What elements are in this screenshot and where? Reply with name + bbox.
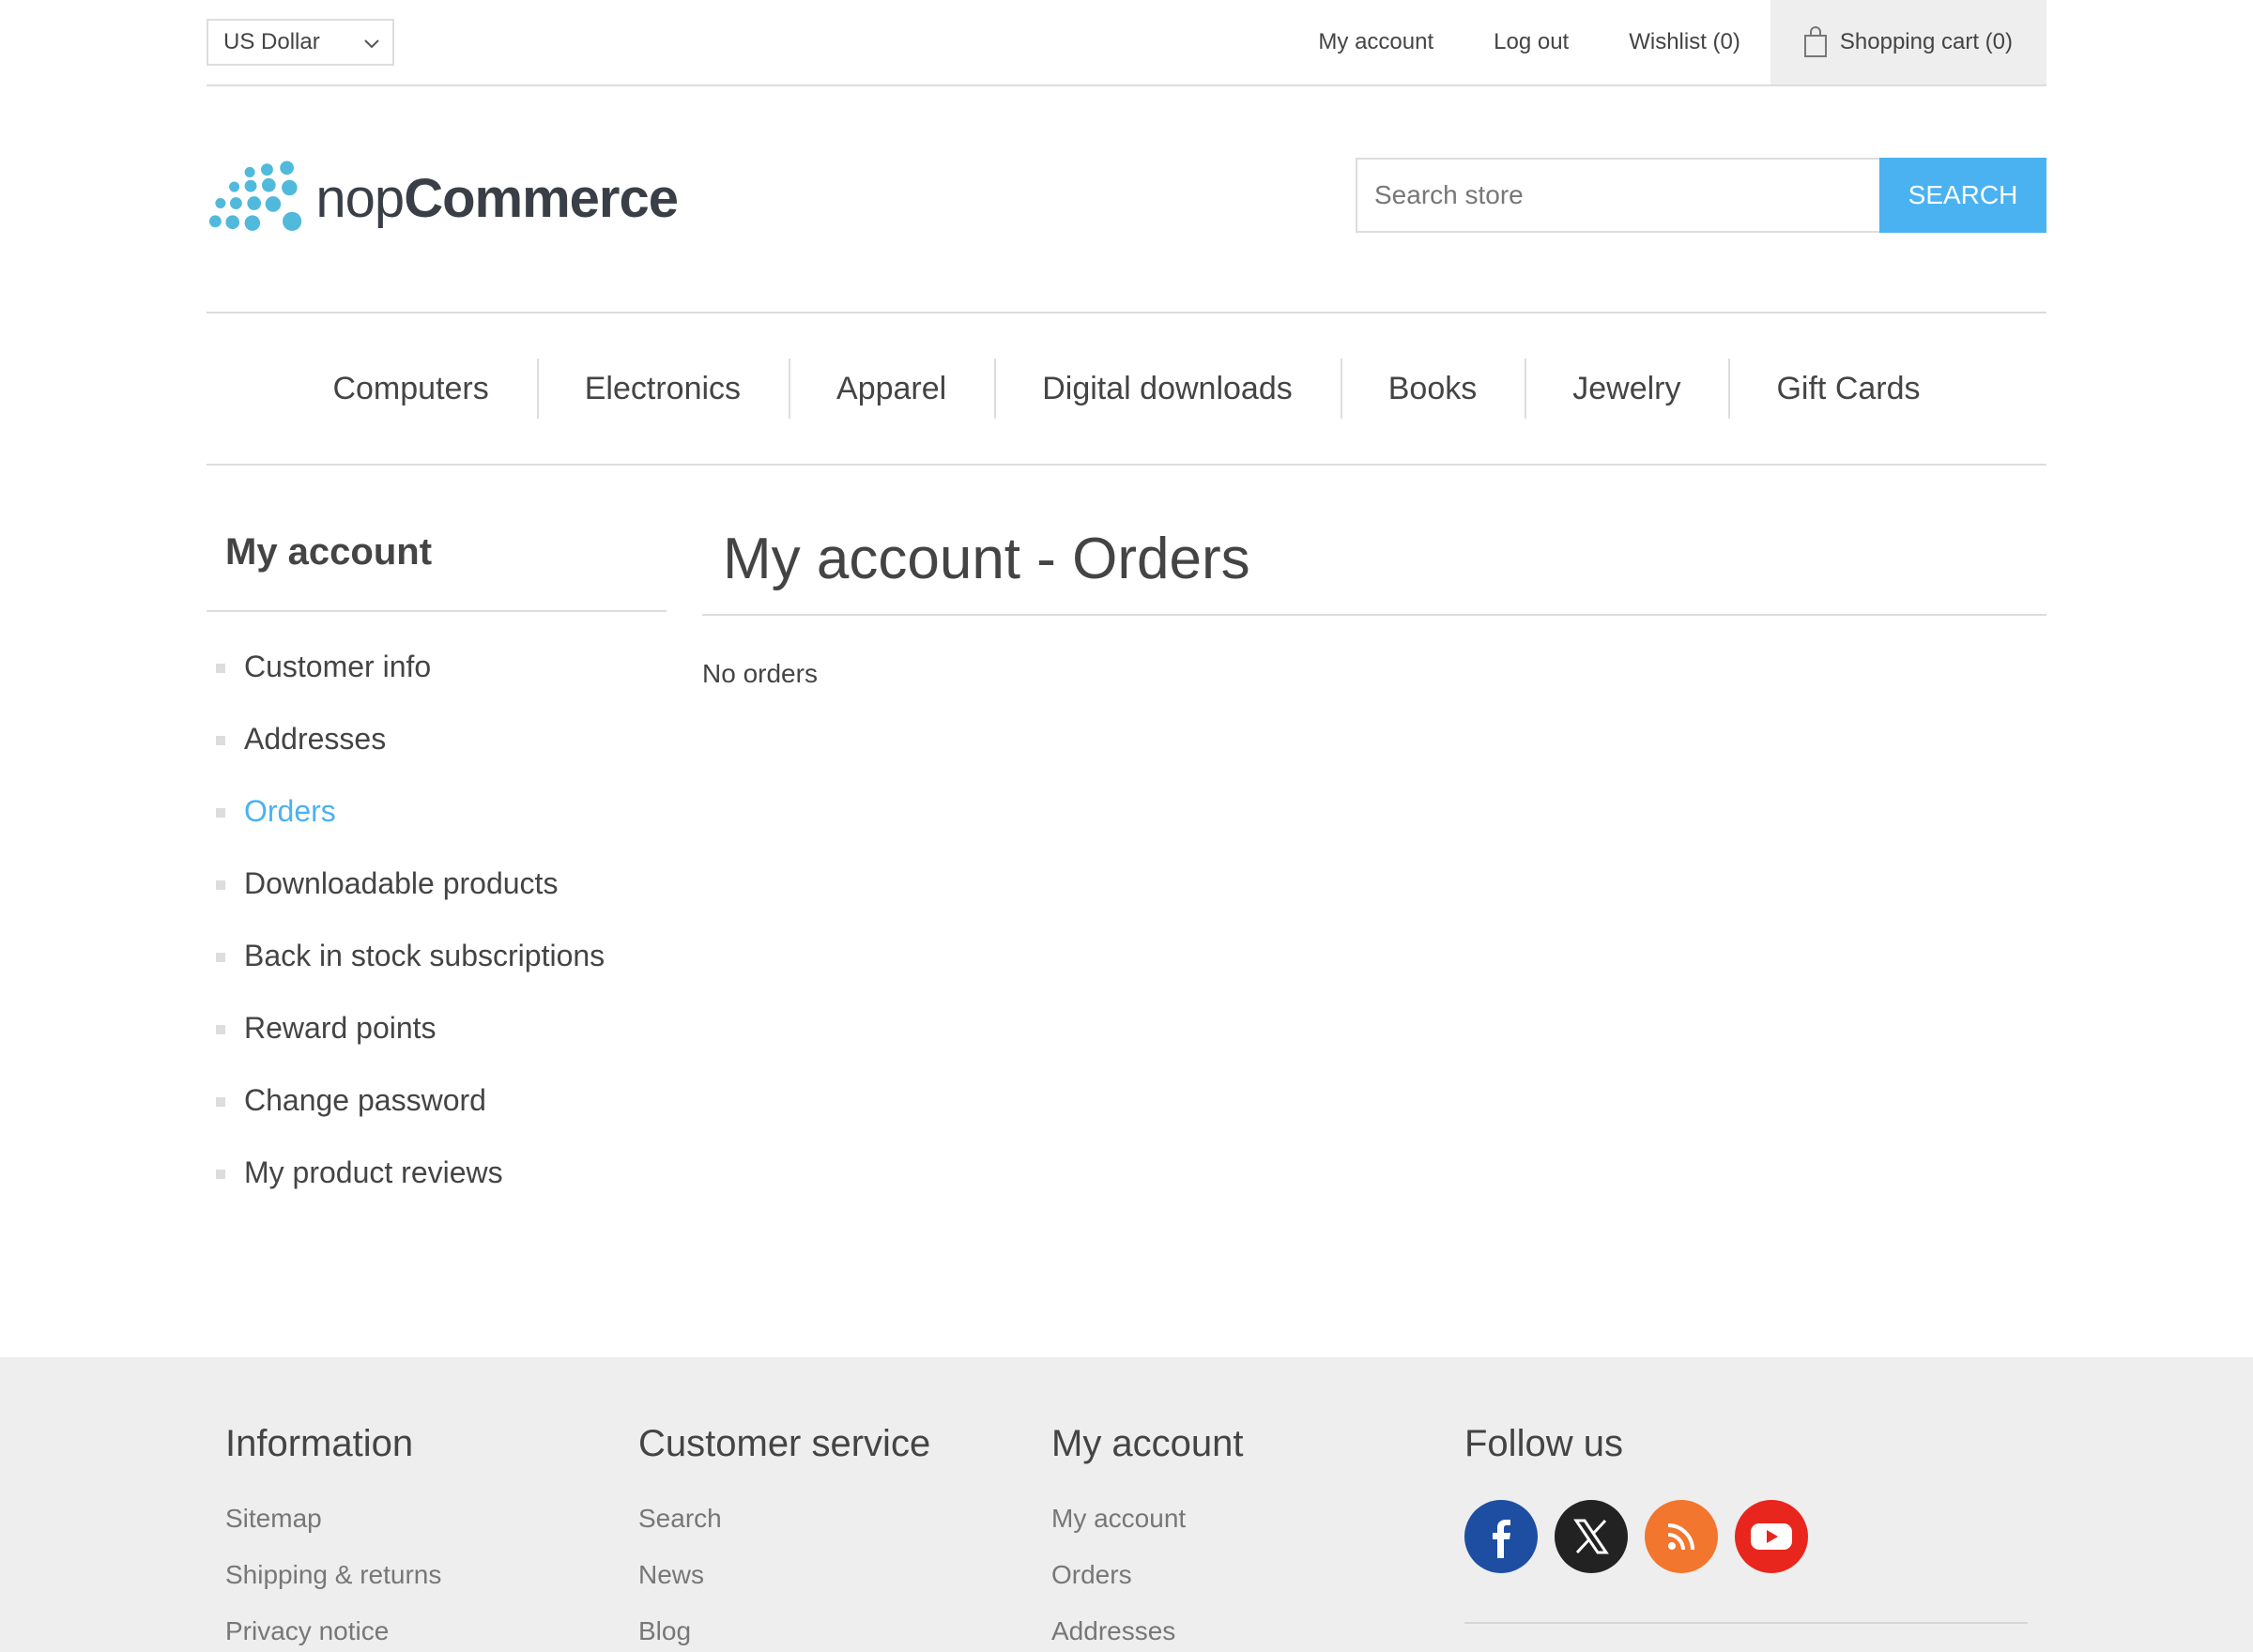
- sidebar-item-label: Customer info: [244, 650, 432, 683]
- sidebar-item-orders[interactable]: Orders: [207, 775, 667, 848]
- sidebar-item-label: Reward points: [244, 1011, 437, 1045]
- facebook-icon[interactable]: [1464, 1500, 1538, 1573]
- footer-information: Information Sitemap Shipping & returns P…: [225, 1423, 629, 1652]
- search-button[interactable]: SEARCH: [1879, 158, 2046, 233]
- nopcommerce-logo-icon: [208, 161, 302, 231]
- sidebar-item-label: Addresses: [244, 722, 387, 756]
- rss-icon[interactable]: [1645, 1500, 1718, 1573]
- logout-link[interactable]: Log out: [1464, 29, 1599, 55]
- menu-item-books[interactable]: Books: [1340, 359, 1525, 419]
- sidebar-item-addresses[interactable]: Addresses: [207, 703, 667, 775]
- footer-information-title: Information: [225, 1423, 414, 1464]
- sidebar-item-label: Back in stock subscriptions: [244, 939, 605, 972]
- bullet-icon: [216, 1025, 225, 1034]
- menu-item-jewelry[interactable]: Jewelry: [1525, 359, 1728, 419]
- social-links: [1464, 1500, 1868, 1573]
- bullet-icon: [216, 808, 225, 818]
- menu-item-digital-downloads[interactable]: Digital downloads: [994, 359, 1341, 419]
- menu-item-electronics[interactable]: Electronics: [536, 359, 789, 419]
- footer-divider: [1464, 1622, 2028, 1624]
- footer-my-account: My account My account Orders Addresses: [1051, 1423, 1455, 1652]
- page-title: My account - Orders: [702, 526, 2046, 616]
- bullet-icon: [216, 736, 225, 745]
- footer-my-account-title: My account: [1051, 1423, 1244, 1464]
- footer-customer-service: Customer service Search News Blog: [638, 1423, 1042, 1652]
- menu-item-computers[interactable]: Computers: [284, 359, 536, 419]
- sidebar-item-product-reviews[interactable]: My product reviews: [207, 1137, 667, 1209]
- bullet-icon: [216, 1097, 225, 1107]
- wishlist-link[interactable]: Wishlist (0): [1599, 29, 1770, 55]
- account-navigation: Customer info Addresses Orders Downloada…: [207, 631, 667, 1209]
- store-logo[interactable]: nopCommerce: [208, 158, 679, 238]
- search-box: Search store SEARCH: [1356, 158, 2046, 233]
- header-upper: US Dollar My account Log out Wishlist (0…: [207, 0, 2046, 86]
- sidebar-item-label: Orders: [244, 794, 336, 828]
- footer-link-my-account[interactable]: My account: [1051, 1491, 1455, 1547]
- footer-follow-us: Follow us: [1464, 1423, 1868, 1573]
- sidebar-item-reward-points[interactable]: Reward points: [207, 992, 667, 1064]
- footer-link-blog[interactable]: Blog: [638, 1603, 1042, 1652]
- shopping-bag-icon: [1803, 26, 1827, 57]
- no-orders-message: No orders: [702, 659, 818, 688]
- footer-link-privacy-notice[interactable]: Privacy notice: [225, 1603, 629, 1652]
- footer-follow-us-title: Follow us: [1464, 1423, 1623, 1464]
- sidebar-item-back-in-stock[interactable]: Back in stock subscriptions: [207, 920, 667, 992]
- footer-link-search[interactable]: Search: [638, 1491, 1042, 1547]
- sidebar-item-label: Downloadable products: [244, 866, 559, 900]
- bullet-icon: [216, 664, 225, 673]
- bullet-icon: [216, 953, 225, 962]
- sidebar-item-customer-info[interactable]: Customer info: [207, 631, 667, 703]
- sidebar-item-label: My product reviews: [244, 1155, 503, 1189]
- sidebar-title: My account: [207, 531, 667, 612]
- page: US Dollar My account Log out Wishlist (0…: [0, 0, 2253, 1652]
- currency-select[interactable]: US Dollar: [207, 19, 394, 66]
- shopping-cart-label: Shopping cart (0): [1839, 29, 2013, 54]
- x-icon[interactable]: [1555, 1500, 1628, 1573]
- footer: Information Sitemap Shipping & returns P…: [0, 1357, 2253, 1652]
- menu-item-gift-cards[interactable]: Gift Cards: [1728, 359, 1968, 419]
- bullet-icon: [216, 880, 225, 890]
- footer-link-news[interactable]: News: [638, 1547, 1042, 1603]
- sidebar-item-label: Change password: [244, 1083, 486, 1117]
- search-input[interactable]: Search store: [1356, 158, 1879, 233]
- youtube-icon[interactable]: [1735, 1500, 1808, 1573]
- footer-customer-service-title: Customer service: [638, 1423, 931, 1464]
- header-links: My account Log out Wishlist (0) Shopping…: [1288, 0, 2046, 84]
- footer-link-sitemap[interactable]: Sitemap: [225, 1491, 629, 1547]
- shopping-cart-link[interactable]: Shopping cart (0): [1770, 0, 2046, 84]
- sidebar-item-downloadable-products[interactable]: Downloadable products: [207, 848, 667, 920]
- chevron-down-icon: [364, 39, 379, 49]
- footer-link-addresses[interactable]: Addresses: [1051, 1603, 1455, 1652]
- bullet-icon: [216, 1170, 225, 1179]
- logo-wordmark: nopCommerce: [315, 167, 679, 229]
- top-menu: Computers Electronics Apparel Digital do…: [207, 312, 2046, 466]
- footer-link-shipping-returns[interactable]: Shipping & returns: [225, 1547, 629, 1603]
- footer-link-orders[interactable]: Orders: [1051, 1547, 1455, 1603]
- currency-value: US Dollar: [223, 29, 320, 54]
- menu-item-apparel[interactable]: Apparel: [789, 359, 994, 419]
- my-account-link[interactable]: My account: [1288, 29, 1464, 55]
- sidebar-item-change-password[interactable]: Change password: [207, 1064, 667, 1137]
